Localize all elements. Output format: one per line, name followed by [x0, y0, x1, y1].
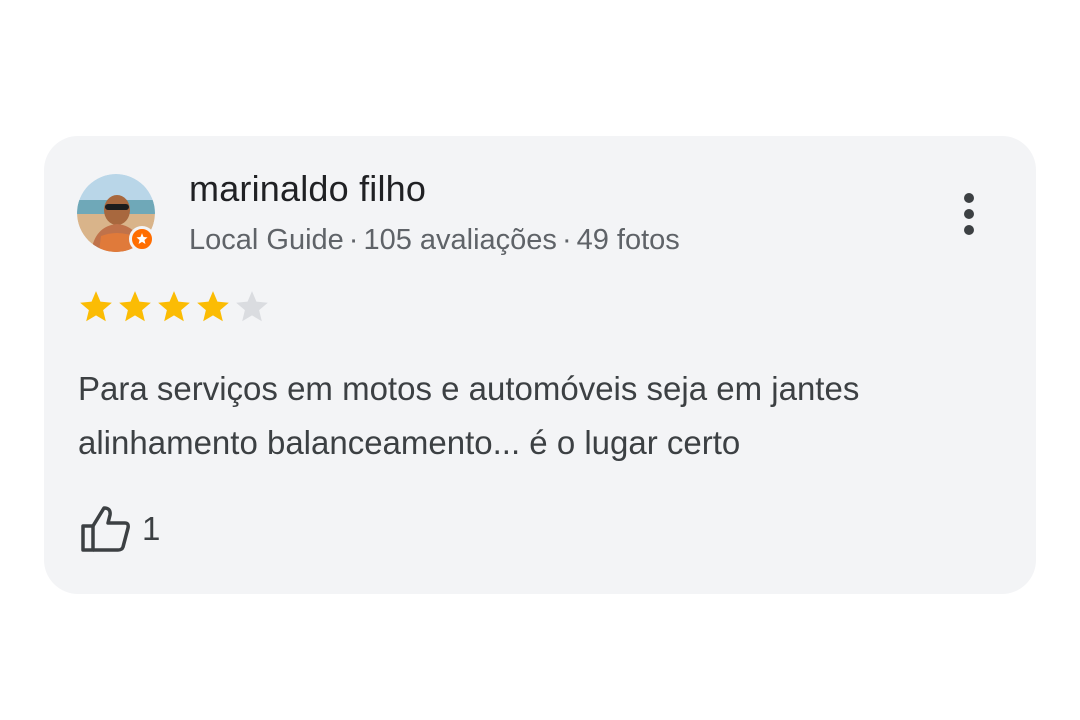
local-guide-star-badge	[129, 226, 155, 252]
star-filled-icon	[158, 291, 190, 322]
star-empty-icon	[236, 291, 268, 322]
star-rating	[77, 288, 271, 326]
star-filled-icon	[80, 291, 112, 322]
review-text: Para serviços em motos e automóveis seja…	[78, 370, 860, 461]
meta-separator: ·	[561, 224, 572, 256]
star-filled-icon	[197, 291, 229, 322]
author-meta: Local Guide · 105 avaliações · 49 fotos	[189, 224, 680, 257]
meta-separator: ·	[348, 224, 359, 256]
photos-count: 49 fotos	[576, 224, 680, 256]
star-filled-icon	[119, 291, 151, 322]
author-name[interactable]: marinaldo filho	[189, 168, 426, 210]
reviews-count: 105 avaliações	[363, 224, 557, 256]
local-guide-label: Local Guide	[189, 224, 344, 256]
review-card: marinaldo filho Local Guide · 105 avaliaçõ…	[44, 136, 1036, 594]
more-vert-icon[interactable]	[948, 186, 990, 242]
like-count: 1	[142, 510, 161, 547]
author-avatar[interactable]	[77, 174, 155, 252]
thumbs-up-icon	[81, 506, 130, 552]
like-button[interactable]: 1	[80, 504, 160, 554]
